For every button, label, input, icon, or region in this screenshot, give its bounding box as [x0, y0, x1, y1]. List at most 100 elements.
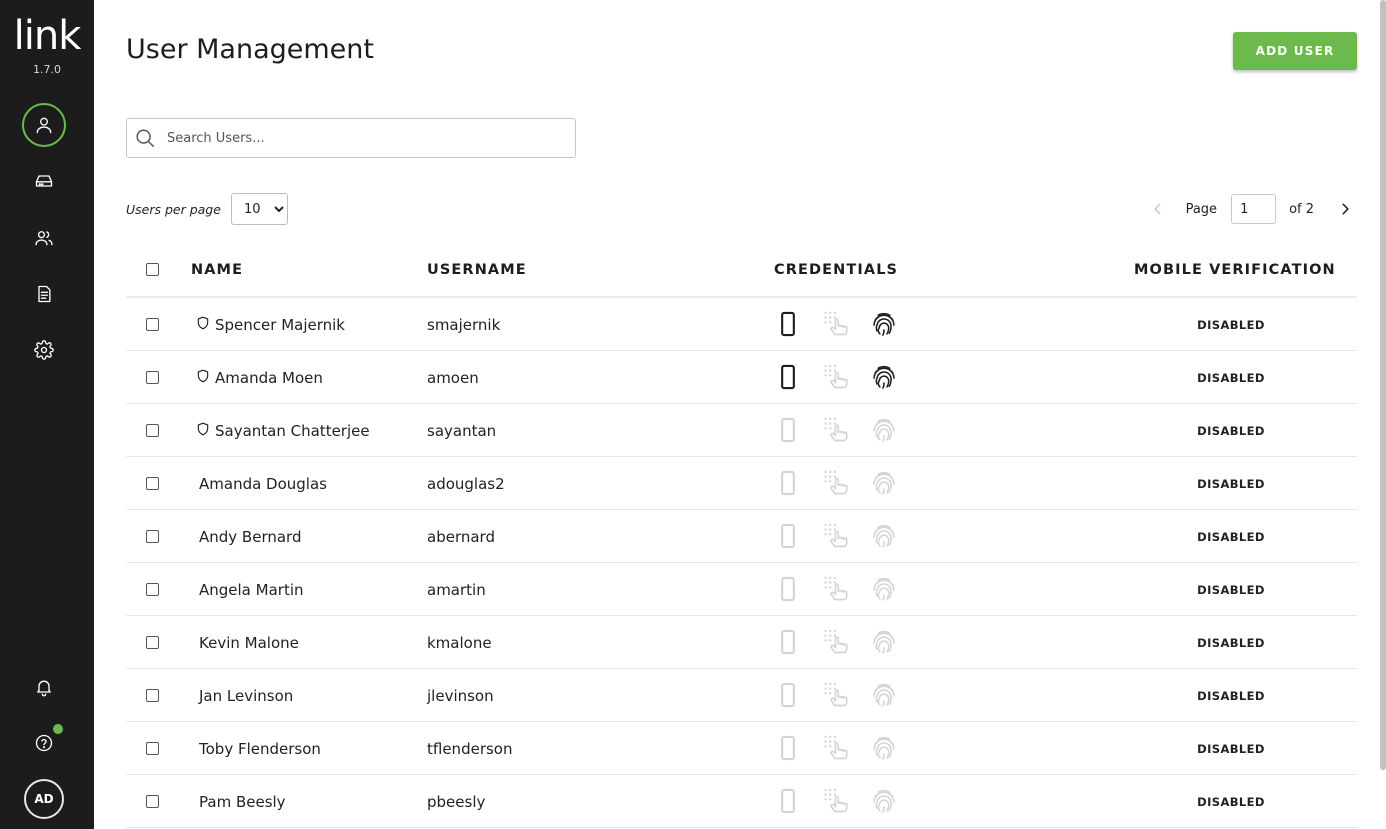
user-name[interactable]: Spencer Majernik	[196, 298, 345, 351]
chevron-left-icon	[1153, 203, 1161, 215]
bell-icon	[37, 680, 51, 697]
card-icon	[781, 523, 795, 549]
keypad-touch-icon	[824, 364, 848, 389]
user-username: sayantan	[427, 421, 497, 440]
row-checkbox[interactable]	[146, 636, 159, 649]
next-page-button[interactable]	[1333, 197, 1357, 221]
user-name[interactable]: Angela Martin	[199, 563, 304, 616]
page-number-input[interactable]	[1231, 194, 1277, 224]
fingerprint-credential	[868, 414, 900, 446]
chevron-right-icon	[1342, 203, 1349, 215]
row-checkbox[interactable]	[146, 742, 159, 755]
card-credential	[772, 785, 804, 817]
sidebar-item-reports[interactable]	[22, 272, 66, 316]
credentials	[772, 732, 916, 764]
card-icon	[781, 735, 795, 761]
table-row[interactable]: Toby Flenderson tflenderson DISABLED	[126, 722, 1357, 775]
add-user-button[interactable]: ADD USER	[1233, 32, 1357, 70]
card-credential	[772, 626, 804, 658]
table-row[interactable]: Jan Levinson jlevinson DISABLED	[126, 669, 1357, 722]
sidebar-item-users[interactable]	[22, 103, 66, 147]
card-credential	[772, 732, 804, 764]
user-name[interactable]: Pam Beesly	[199, 775, 286, 828]
column-header-mobile-verification: MOBILE VERIFICATION	[1134, 262, 1336, 278]
user-username: smajernik	[427, 315, 501, 334]
credentials	[772, 308, 916, 340]
user-name[interactable]: Toby Flenderson	[199, 722, 321, 775]
card-icon	[781, 788, 795, 814]
card-icon	[781, 470, 795, 496]
fingerprint-icon	[873, 365, 895, 389]
table-row[interactable]: Amanda Douglas adouglas2 DISABLED	[126, 457, 1357, 510]
table-row[interactable]: Sayantan Chatterjee sayantan DISABLED	[126, 404, 1357, 457]
page-scrollbar[interactable]	[1380, 0, 1386, 770]
card-credential	[772, 308, 804, 340]
shield-icon	[197, 369, 209, 382]
credentials	[772, 626, 916, 658]
credentials	[772, 520, 916, 552]
user-name[interactable]: Sayantan Chatterjee	[196, 404, 370, 457]
table-row[interactable]: Angela Martin amartin DISABLED	[126, 563, 1357, 616]
table-row[interactable]: Amanda Moen amoen DISABLED	[126, 351, 1357, 404]
row-checkbox[interactable]	[146, 583, 159, 596]
search-input[interactable]	[167, 130, 547, 146]
card-credential	[772, 414, 804, 446]
sidebar-item-groups[interactable]	[22, 216, 66, 260]
row-checkbox[interactable]	[146, 318, 159, 331]
fingerprint-icon	[873, 471, 895, 495]
user-name[interactable]: Jan Levinson	[199, 669, 293, 722]
row-checkbox[interactable]	[146, 371, 159, 384]
fingerprint-icon	[873, 630, 895, 654]
pin-credential	[820, 732, 852, 764]
user-name[interactable]: Kevin Malone	[199, 616, 299, 669]
sidebar-item-devices[interactable]	[22, 159, 66, 203]
user-name[interactable]: Amanda Moen	[196, 351, 323, 404]
pin-credential	[820, 785, 852, 817]
select-all-checkbox[interactable]	[146, 263, 159, 276]
fingerprint-credential	[868, 679, 900, 711]
card-credential	[772, 361, 804, 393]
sidebar-item-settings[interactable]	[22, 328, 66, 372]
notifications-button[interactable]	[22, 665, 66, 709]
keypad-touch-icon	[824, 523, 848, 548]
card-credential	[772, 679, 804, 711]
card-icon	[781, 629, 795, 655]
per-page-select[interactable]: 10	[230, 193, 288, 225]
row-checkbox[interactable]	[146, 477, 159, 490]
user-name[interactable]: Andy Bernard	[199, 510, 301, 563]
table-row[interactable]: Pam Beesly pbeesly DISABLED	[126, 775, 1357, 828]
row-checkbox[interactable]	[146, 795, 159, 808]
table-row[interactable]: Kevin Malone kmalone DISABLED	[126, 616, 1357, 669]
prev-page-button[interactable]	[1146, 197, 1170, 221]
row-checkbox[interactable]	[146, 424, 159, 437]
user-name-text: Kevin Malone	[199, 633, 299, 652]
card-icon	[781, 364, 795, 390]
table-row[interactable]: Andy Bernard abernard DISABLED	[126, 510, 1357, 563]
fingerprint-credential	[868, 573, 900, 605]
column-header-username[interactable]: USERNAME	[427, 262, 527, 278]
pin-credential	[820, 308, 852, 340]
mobile-verification-status: DISABLED	[1197, 635, 1265, 650]
fingerprint-icon	[873, 418, 895, 442]
avatar[interactable]: AD	[24, 779, 64, 819]
logo: link 1.7.0	[8, 14, 86, 76]
card-icon	[781, 311, 795, 337]
table-row[interactable]: Spencer Majernik smajernik DISABLED	[126, 298, 1357, 351]
mobile-verification-status: DISABLED	[1197, 688, 1265, 703]
row-checkbox[interactable]	[146, 689, 159, 702]
row-checkbox[interactable]	[146, 530, 159, 543]
user-name[interactable]: Amanda Douglas	[199, 457, 327, 510]
pin-credential	[820, 467, 852, 499]
fingerprint-credential	[868, 626, 900, 658]
user-username: adouglas2	[427, 474, 505, 493]
mobile-verification-status: DISABLED	[1197, 794, 1265, 809]
fingerprint-icon	[873, 789, 895, 813]
user-name-text: Toby Flenderson	[199, 739, 321, 758]
card-icon	[781, 576, 795, 602]
user-name-text: Jan Levinson	[199, 686, 294, 705]
keypad-touch-icon	[824, 311, 848, 336]
credentials	[772, 785, 916, 817]
column-header-name[interactable]: NAME	[191, 262, 243, 278]
app-version: 1.7.0	[33, 63, 61, 76]
card-icon	[781, 417, 795, 443]
